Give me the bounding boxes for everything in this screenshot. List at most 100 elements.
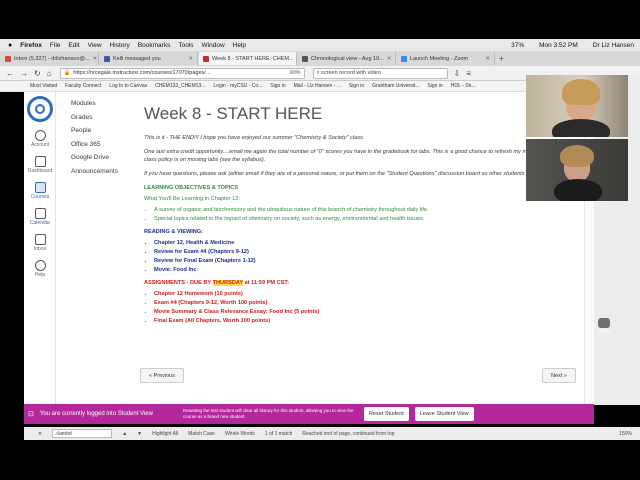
course-nav-grades[interactable]: Grades [71,114,118,128]
close-tab-icon[interactable]: ✕ [485,56,490,62]
bookmark-item[interactable]: Most Visited [30,83,57,89]
menu-view[interactable]: View [88,42,102,49]
canvas-logo-icon[interactable] [27,96,53,122]
inbox-nav[interactable]: Inbox [24,234,56,252]
match-count: 1 of 1 match [264,430,293,437]
find-bar: ✕ ⌕ lambd ▲ ▼ Highlight All Match Case Wh… [24,427,640,440]
list-item: A survey of organic and biochemistry and… [154,207,594,213]
menu-bookmarks[interactable]: Bookmarks [138,42,171,49]
match-case-toggle[interactable]: Match Case [188,431,215,437]
bookmark-item[interactable]: Login - myCSU - Co... [213,83,262,89]
search-input[interactable]: ⌕ screen record with video [312,67,448,79]
bookmark-item[interactable]: Grantham Universit... [372,83,419,89]
previous-button[interactable]: « Previous [140,368,184,383]
list-item[interactable]: Final Exam (All Chapters, Worth 100 poin… [154,318,594,324]
close-tab-icon[interactable]: ✕ [188,56,193,62]
tab-week8[interactable]: Week 8 - START HERE: CHEM...✕ [199,52,297,65]
dashboard-icon [34,156,46,167]
clock: Mon 3:52 PM [539,41,578,49]
find-prev-icon[interactable]: ▲ [122,431,127,437]
close-tab-icon[interactable]: ✕ [93,56,98,62]
close-tab-icon[interactable]: ✕ [387,56,392,62]
list-item[interactable]: Chapter 12, Health & Medicine [154,240,594,246]
browser-tabs: Inbox (5,327) - drlizhansen@... ✕ Kelli m… [0,51,640,66]
page-icon [302,55,308,62]
next-button[interactable]: Next » [542,368,576,383]
help-nav[interactable]: Help [24,260,56,278]
menu-history[interactable]: History [110,42,130,49]
find-status: Reached end of page, continued from top [302,430,395,437]
list-item[interactable]: Exam #4 (Chapters 9-12, Worth 100 points… [154,300,594,306]
course-nav-office365[interactable]: Office 365 [71,141,118,155]
home-icon[interactable]: ⌂ [47,69,52,78]
download-icon[interactable]: ⇩ [454,69,461,78]
course-nav-announcements[interactable]: Announcements [71,168,118,182]
reload-icon[interactable]: ↻ [34,69,41,78]
url-bar[interactable]: 🔒 https://nrcegale.instructure.com/cours… [59,67,305,79]
bookmark-item[interactable]: Sign in [270,83,285,89]
tab-kelli[interactable]: Kelli messaged you ✕ [100,52,198,65]
new-tab-icon[interactable]: + [499,54,504,63]
list-item[interactable]: Movie Summary & Class Relevance Essay: F… [154,309,594,315]
page-zoom[interactable]: 150% [619,431,632,437]
student-view-icon: ⊡ [28,411,34,418]
bookmark-item[interactable]: Mail - Liz Hansen - ... [294,83,341,89]
video-tile-2[interactable] [526,139,628,201]
course-nav-modules[interactable]: Modules [71,100,118,114]
menu-edit[interactable]: Edit [68,42,79,49]
apple-menu-icon[interactable]: ● [8,42,12,49]
courses-nav[interactable]: Courses [24,182,56,200]
leave-student-view-button[interactable]: Leave Student View [414,407,474,421]
inbox-icon [34,234,46,245]
close-tab-icon[interactable]: ✕ [297,56,298,62]
find-input[interactable]: ⌕ lambd [52,429,113,438]
list-item: Special topics related to the impact of … [154,216,594,222]
bookmark-item[interactable]: Log In to Canvas [109,83,147,89]
menu-help[interactable]: Help [233,42,246,49]
bookmark-item[interactable]: HOL - Sh... [451,83,476,89]
find-next-icon[interactable]: ▼ [137,431,142,437]
course-nav-people[interactable]: People [71,127,118,141]
list-item[interactable]: Chapter 12 Homework (10 points) [154,291,594,297]
tab-inbox[interactable]: Inbox (5,327) - drlizhansen@... ✕ [1,52,99,65]
highlight-all-toggle[interactable]: Highlight All [152,431,178,437]
account-nav[interactable]: Account [24,130,56,148]
zoom-icon [401,55,407,62]
chats-button[interactable]: Chats [594,318,614,335]
forward-icon[interactable]: → [20,69,28,78]
person-shoulders [554,179,602,201]
due-day: THURSDAY [212,280,244,286]
tab-chronological[interactable]: Chronological view - Aug 10... ✕ [298,52,396,65]
bookmark-item[interactable]: Sign in [427,83,442,89]
menu-tools[interactable]: Tools [178,42,193,49]
account-icon [34,130,46,141]
calendar-nav[interactable]: Calendar [24,208,56,226]
person-hair [560,145,594,167]
video-tile-1[interactable] [526,75,628,137]
facebook-icon [104,55,110,62]
assignments-list: Chapter 12 Homework (10 points) Exam #4 … [154,291,594,324]
menu-file[interactable]: File [50,42,60,49]
user-name[interactable]: Dr Liz Hansen [593,42,634,49]
dashboard-nav[interactable]: Dashboard [24,156,56,174]
menu-icon[interactable]: ≡ [466,69,471,78]
menu-window[interactable]: Window [202,42,225,49]
whole-words-toggle[interactable]: Whole Words [225,431,255,437]
canvas-icon [203,55,209,62]
course-nav-google-drive[interactable]: Google Drive [71,154,118,168]
bookmark-item[interactable]: Sign in [349,83,364,89]
zoom-level[interactable]: 90% [290,70,301,76]
list-item[interactable]: Review for Exam #4 (Chapters 9-12) [154,249,594,255]
macos-menubar: ● Firefox File Edit View History Bookmar… [0,39,640,51]
reset-student-button[interactable]: Reset Student [363,407,409,421]
close-find-icon[interactable]: ✕ [38,431,42,437]
course-navigation: Modules Grades People Office 365 Google … [71,100,118,181]
bookmark-item[interactable]: Faculty Connect [65,83,101,89]
menu-firefox[interactable]: Firefox [20,42,42,49]
list-item[interactable]: Review for Final Exam (Chapters 1-12) [154,258,594,264]
bookmark-item[interactable]: CHEM133_CHEM13... [155,83,205,89]
list-item[interactable]: Movie: Food Inc [154,267,594,273]
back-icon[interactable]: ← [6,69,14,78]
reading-list: Chapter 12, Health & Medicine Review for… [154,240,594,273]
tab-zoom[interactable]: Launch Meeting - Zoom ✕ [397,52,495,65]
